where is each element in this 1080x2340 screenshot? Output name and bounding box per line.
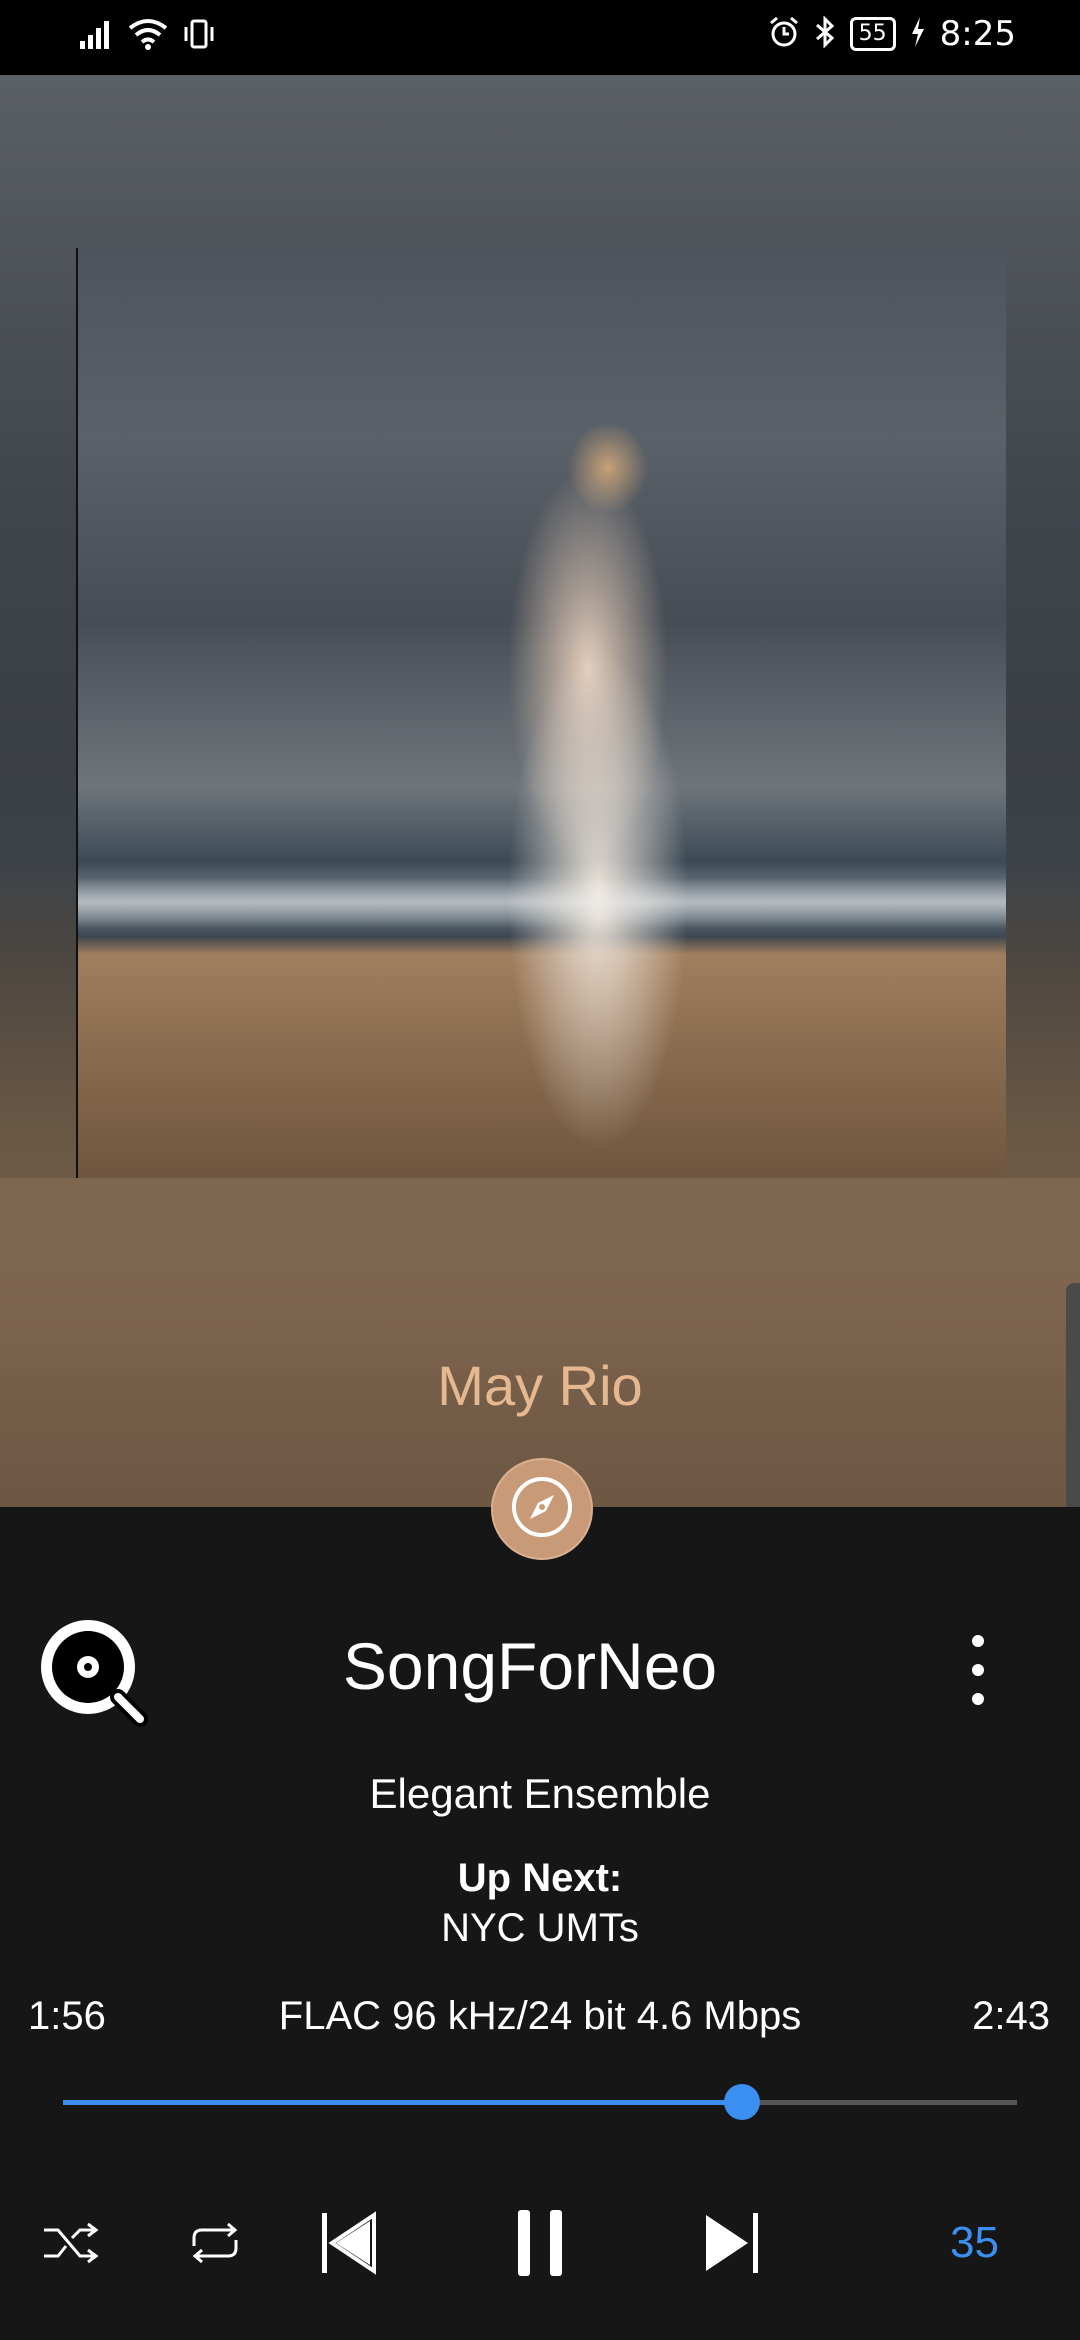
repeat-icon [184,2218,246,2272]
queue-count[interactable]: 35 [950,2218,999,2268]
repeat-button[interactable] [184,2200,246,2290]
scroll-handle[interactable] [1066,1283,1080,1507]
shuffle-icon [40,2218,102,2272]
alarm-icon [768,16,800,52]
more-options-button[interactable] [960,1635,996,1705]
battery-icon: 55 [849,17,896,51]
up-next-track[interactable]: NYC UMTs [0,1906,1080,1951]
status-bar: 55 8:25 [0,0,1080,75]
track-title: SongForNeo [342,1629,718,1703]
next-button[interactable] [702,2200,762,2290]
bluetooth-icon [814,15,836,52]
album-art-background: May Rio [0,75,1080,1507]
qobuz-logo-icon[interactable] [36,1615,150,1729]
seek-bar[interactable] [63,2084,1017,2120]
pause-icon [510,2208,570,2282]
artist-name[interactable]: May Rio [0,1353,1080,1418]
seek-bar-progress [63,2100,743,2105]
compass-icon [509,1474,575,1544]
explore-button[interactable] [491,1458,593,1560]
previous-icon [318,2211,378,2279]
previous-button[interactable] [318,2200,378,2290]
up-next-label: Up Next: [457,1856,623,1900]
next-icon [702,2211,762,2279]
pause-button[interactable] [510,2200,570,2290]
clock: 8:25 [939,14,1016,54]
more-dot [972,1635,984,1647]
more-dot [972,1693,984,1705]
album-art[interactable] [76,248,1006,1178]
shuffle-button[interactable] [40,2200,102,2290]
wifi-icon [128,18,168,54]
playback-controls [0,2200,1080,2290]
more-dot [972,1664,984,1676]
total-duration: 2:43 [972,1994,1050,2038]
charging-icon [910,17,926,51]
vibrate-icon [182,19,216,53]
audio-format: FLAC 96 kHz/24 bit 4.6 Mbps [278,1994,802,2038]
album-art-waves [78,878,1006,928]
seek-bar-thumb[interactable] [724,2084,761,2120]
elapsed-time: 1:56 [28,1994,106,2038]
album-name[interactable]: Elegant Ensemble [0,1770,1080,1818]
signal-icon [80,19,114,53]
